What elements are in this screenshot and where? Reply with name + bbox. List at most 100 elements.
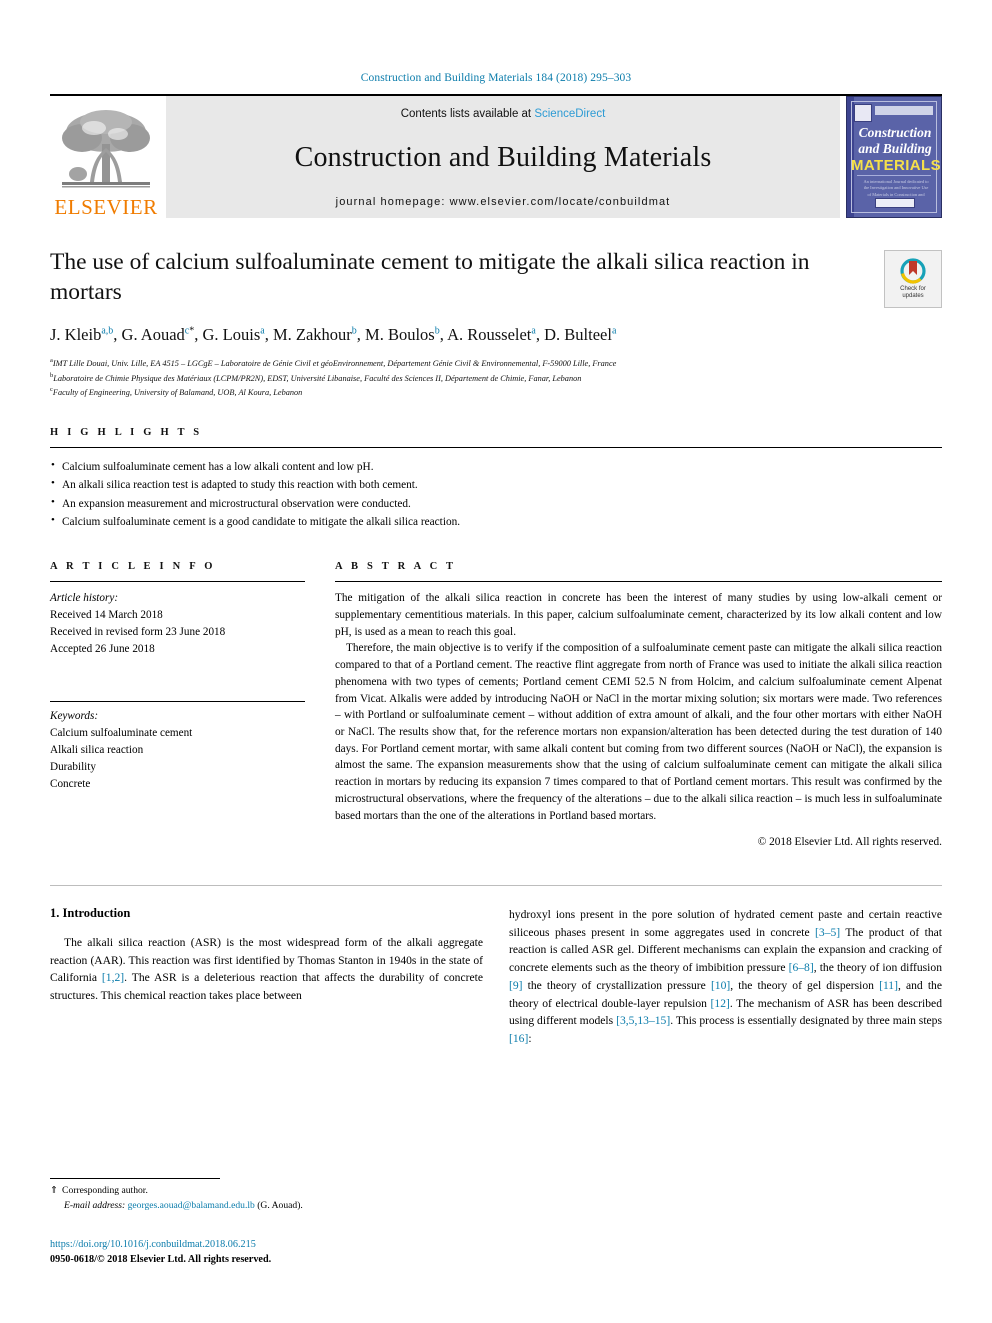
journal-homepage[interactable]: journal homepage: www.elsevier.com/locat… [336, 196, 671, 208]
journal-title: Construction and Building Materials [294, 142, 712, 173]
affiliation-list: aIMT Lille Douai, Univ. Lille, EA 4515 –… [50, 356, 942, 399]
citation-reference[interactable]: [12] [711, 997, 730, 1010]
paper-page: Construction and Building Materials 184 … [0, 0, 992, 1323]
article-history-item: Accepted 26 June 2018 [50, 642, 155, 655]
article-info-heading: A R T I C L E I N F O [50, 561, 216, 573]
highlights-section: H I G H L I G H T S Calcium sulfoalumina… [50, 427, 942, 531]
body-text-run: , the theory of gel dispersion [730, 978, 880, 992]
author-name: J. Kleib [50, 325, 102, 344]
author-affiliation-marker: a [260, 325, 265, 337]
article-info-spacer [50, 657, 305, 691]
author-affiliation-marker: a [611, 325, 617, 337]
email-label: E-mail address: [64, 1199, 126, 1211]
highlights-rule [50, 447, 942, 449]
corresponding-author-line: ⇑ Corresponding author. [50, 1184, 490, 1199]
author-name: D. Bulteel [544, 325, 612, 344]
highlight-item: Calcium sulfoaluminate cement is a good … [50, 512, 942, 531]
citation-reference[interactable]: [3–5] [815, 926, 840, 939]
crossmark-label: Check for updates [900, 286, 926, 301]
journal-cover-thumbnail: Construction and Building MATERIALS An i… [846, 96, 942, 218]
body-columns: 1. Introduction The alkali silica reacti… [50, 906, 942, 1048]
affiliation-item: cFaculty of Engineering, University of B… [50, 385, 942, 399]
abstract-paragraph-2: Therefore, the main objective is to veri… [335, 642, 942, 822]
journal-masthead: ELSEVIER Contents lists available at Sci… [50, 94, 942, 218]
affiliation-item: bLaboratoire de Chimie Physique des Maté… [50, 371, 942, 385]
author-affiliation-marker: b [351, 325, 357, 337]
cover-title-line2: and Building [858, 141, 932, 156]
cover-rule [857, 175, 931, 176]
running-head: Construction and Building Materials 184 … [360, 72, 632, 84]
body-text-run: . This process is essentially designated… [670, 1014, 942, 1028]
body-text-run: , the theory of ion diffusion [813, 961, 942, 975]
journal-band: Contents lists available at ScienceDirec… [166, 96, 840, 218]
abstract-rule [335, 581, 942, 583]
body-text-run: the theory of crystallization pressure [522, 978, 711, 992]
citation-reference[interactable]: [10] [711, 979, 730, 992]
issn-copyright: 0950-0618/© 2018 Elsevier Ltd. All right… [50, 1254, 272, 1266]
abstract-paragraph-1: The mitigation of the alkali silica reac… [335, 592, 942, 638]
author-name: M. Boulos [365, 325, 435, 344]
abstract-heading: A B S T R A C T [335, 561, 457, 573]
body-text-run: : [528, 1032, 532, 1046]
cover-footer-box [875, 198, 915, 208]
affiliation-text: Laboratoire de Chimie Physique des Matér… [53, 373, 582, 383]
elsevier-logo: ELSEVIER [50, 96, 162, 218]
crossmark-badge[interactable]: Check for updates [884, 250, 942, 308]
introduction-left-text: The alkali silica reaction (ASR) is the … [50, 934, 483, 1005]
affiliation-item: aIMT Lille Douai, Univ. Lille, EA 4515 –… [50, 356, 942, 370]
crossmark-line1: Check for [900, 285, 926, 292]
article-history-label: Article history: [50, 592, 119, 605]
keyword-item: Calcium sulfoaluminate cement [50, 727, 193, 740]
highlights-heading: H I G H L I G H T S [50, 427, 203, 439]
author-name: G. Aouad [121, 325, 185, 344]
title-main: The use of calcium sulfoaluminate cement… [50, 248, 874, 307]
email-suffix: (G. Aouad). [257, 1199, 303, 1211]
abstract-copyright: © 2018 Elsevier Ltd. All rights reserved… [757, 836, 942, 849]
article-history-item: Received in revised form 23 June 2018 [50, 625, 226, 638]
affiliation-text: Faculty of Engineering, University of Ba… [52, 387, 303, 397]
abstract-column: A B S T R A C T The mitigation of the al… [335, 561, 942, 851]
crossmark-line2: updates [902, 293, 924, 299]
title-block: The use of calcium sulfoaluminate cement… [50, 248, 942, 308]
keyword-item: Durability [50, 760, 96, 773]
keywords-items: Calcium sulfoaluminate cement Alkali sili… [50, 725, 305, 792]
highlight-item: An alkali silica reaction test is adapte… [50, 475, 942, 494]
article-info-column: A R T I C L E I N F O Article history: R… [50, 561, 305, 851]
body-column-left: 1. Introduction The alkali silica reacti… [50, 906, 483, 1048]
author-name: M. Zakhour [272, 325, 352, 344]
page-title: The use of calcium sulfoaluminate cement… [50, 249, 810, 305]
affiliation-text: IMT Lille Douai, Univ. Lille, EA 4515 – … [52, 359, 617, 369]
keywords-label: Keywords: [50, 710, 99, 723]
introduction-right-text: hydroxyl ions present in the pore soluti… [509, 906, 942, 1048]
corresponding-author-footnote: ⇑ Corresponding author. E-mail address: g… [50, 1178, 490, 1214]
keywords: Keywords: Calcium sulfoaluminate cement A… [50, 708, 305, 792]
doi-block: https://doi.org/10.1016/j.conbuildmat.20… [50, 1237, 271, 1268]
citation-reference[interactable]: [1,2] [102, 971, 124, 984]
doi-link[interactable]: https://doi.org/10.1016/j.conbuildmat.20… [50, 1237, 271, 1252]
info-abstract-row: A R T I C L E I N F O Article history: R… [50, 561, 942, 851]
body-divider [50, 885, 942, 887]
article-history: Article history: Received 14 March 2018 R… [50, 590, 305, 657]
citation-reference[interactable]: [3,5,13–15] [616, 1014, 670, 1027]
author-list: J. Kleiba,b, G. Aouadc*, G. Louisa, M. Z… [50, 325, 617, 344]
article-history-item: Received 14 March 2018 [50, 609, 163, 622]
corresponding-marker: ⇑ [50, 1185, 59, 1196]
citation-reference[interactable]: [16] [509, 1032, 528, 1045]
article-history-items: Received 14 March 2018 Received in revise… [50, 607, 305, 657]
email-link[interactable]: georges.aouad@balamand.edu.lb [128, 1200, 255, 1211]
contents-prefix: Contents lists available at [400, 108, 535, 120]
footnote-rule [50, 1178, 220, 1179]
citation-reference[interactable]: [9] [509, 979, 523, 992]
author-affiliation-marker: a,b [101, 325, 114, 337]
crossmark-icon [900, 257, 926, 284]
keywords-rule [50, 701, 305, 703]
sciencedirect-link[interactable]: ScienceDirect [534, 108, 605, 120]
cover-top-bar [875, 106, 933, 115]
elsevier-tree-icon [62, 110, 150, 188]
author-affiliation-marker: b [434, 325, 440, 337]
author-name: G. Louis [202, 325, 261, 344]
citation-reference[interactable]: [11] [879, 979, 898, 992]
keyword-item: Concrete [50, 777, 91, 790]
citation-reference[interactable]: [6–8] [789, 961, 814, 974]
body-column-right: hydroxyl ions present in the pore soluti… [509, 906, 942, 1048]
